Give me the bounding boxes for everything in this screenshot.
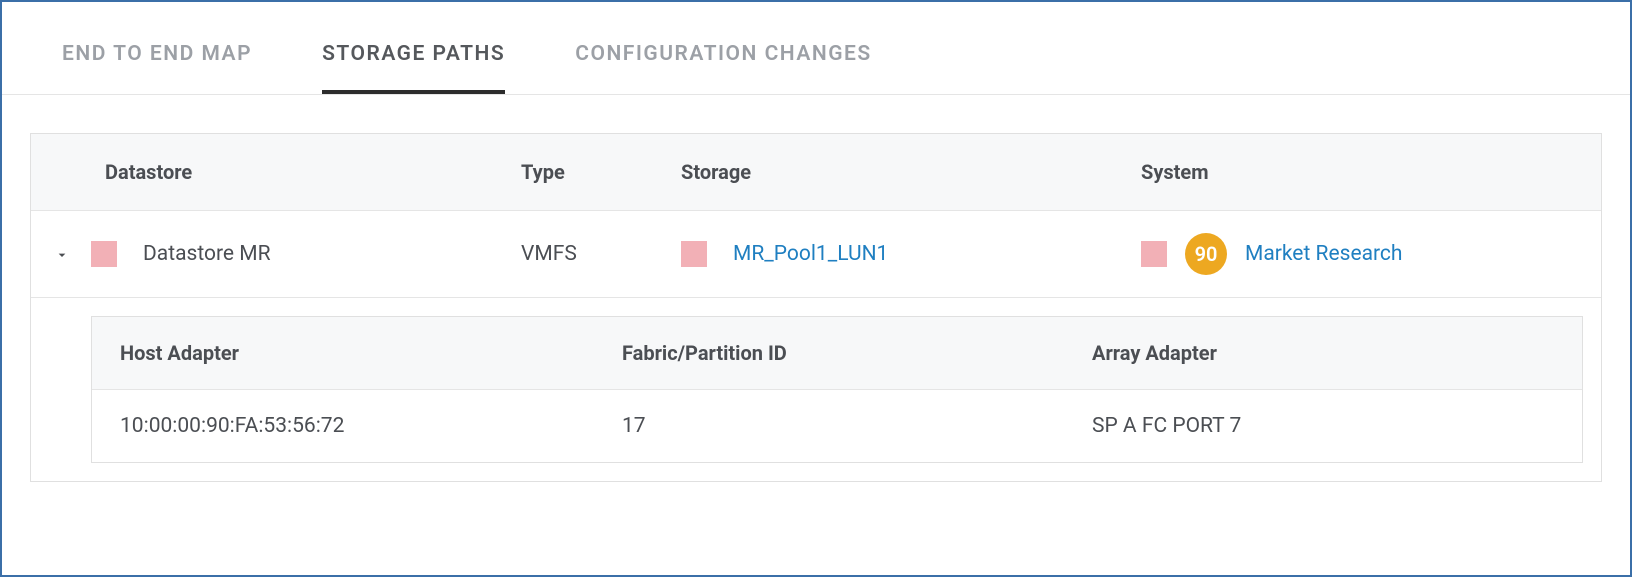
column-type-header: Type [521, 160, 681, 184]
table-row: Datastore MR VMFS MR_Pool1_LUN1 90 Marke… [31, 211, 1601, 298]
column-host-adapter-header: Host Adapter [92, 341, 622, 365]
column-array-adapter-header: Array Adapter [1092, 341, 1512, 365]
system-link[interactable]: Market Research [1245, 242, 1402, 266]
health-score-badge: 90 [1185, 233, 1227, 275]
storage-link[interactable]: MR_Pool1_LUN1 [733, 242, 888, 266]
tab-storage-paths[interactable]: STORAGE PATHS [322, 12, 505, 94]
fabric-partition-value: 17 [622, 414, 1092, 438]
chevron-down-icon [54, 247, 68, 261]
main-table-wrapper: Datastore Type Storage System Datastore … [30, 133, 1602, 482]
storage-paths-panel: END TO END MAP STORAGE PATHS CONFIGURATI… [0, 0, 1632, 577]
sub-table-row: 10:00:00:90:FA:53:56:72 17 SP A FC PORT … [92, 390, 1582, 462]
datastore-name: Datastore MR [143, 242, 271, 266]
tab-configuration-changes[interactable]: CONFIGURATION CHANGES [575, 12, 871, 94]
tab-end-to-end-map[interactable]: END TO END MAP [62, 12, 252, 94]
status-indicator-icon [91, 241, 117, 267]
main-table-header: Datastore Type Storage System [31, 134, 1601, 211]
datastore-cell: Datastore MR [91, 241, 521, 267]
expand-toggle[interactable] [31, 247, 91, 261]
status-indicator-icon [681, 241, 707, 267]
column-datastore-header: Datastore [91, 160, 521, 184]
tab-bar: END TO END MAP STORAGE PATHS CONFIGURATI… [2, 12, 1630, 95]
column-system-header: System [1141, 160, 1561, 184]
host-adapter-value: 10:00:00:90:FA:53:56:72 [92, 414, 622, 438]
main-table: Datastore Type Storage System Datastore … [30, 133, 1602, 482]
sub-table: Host Adapter Fabric/Partition ID Array A… [91, 316, 1583, 463]
type-cell: VMFS [521, 242, 681, 266]
system-cell: 90 Market Research [1141, 233, 1561, 275]
storage-cell: MR_Pool1_LUN1 [681, 241, 1141, 267]
column-storage-header: Storage [681, 160, 1141, 184]
column-expand [31, 160, 91, 184]
array-adapter-value: SP A FC PORT 7 [1092, 414, 1512, 438]
sub-table-header: Host Adapter Fabric/Partition ID Array A… [92, 317, 1582, 390]
column-fabric-partition-header: Fabric/Partition ID [622, 341, 1092, 365]
status-indicator-icon [1141, 241, 1167, 267]
